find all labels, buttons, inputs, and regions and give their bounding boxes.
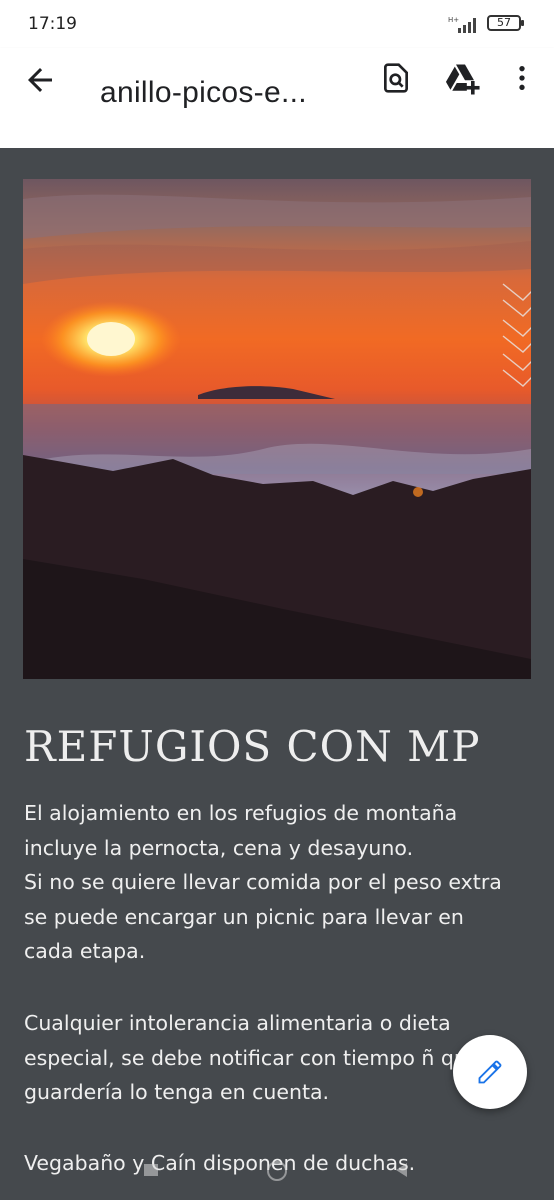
document-title: anillo-picos-e... xyxy=(100,76,307,109)
edit-button[interactable] xyxy=(453,1035,527,1109)
section-heading: REFUGIOS CON MP xyxy=(24,722,481,771)
battery-level: 57 xyxy=(497,16,511,29)
add-to-drive-icon[interactable] xyxy=(444,60,480,96)
home-icon[interactable] xyxy=(266,1160,288,1182)
document-toolbar: anillo-picos-e... xyxy=(0,48,554,148)
status-bar: 17:19 H+ 57 xyxy=(0,0,554,48)
back-arrow-icon[interactable] xyxy=(22,62,58,98)
more-vert-icon[interactable] xyxy=(506,62,538,94)
system-navigation-bar xyxy=(0,1150,554,1200)
sunset-mountain-photo xyxy=(23,179,531,679)
battery-icon: 57 xyxy=(487,15,524,31)
signal-icon: H+ xyxy=(448,16,476,33)
recent-apps-icon[interactable] xyxy=(142,1160,162,1180)
paragraph-dietary: Cualquier intolerancia alimentaria o die… xyxy=(24,1011,505,1104)
status-time: 17:19 xyxy=(28,14,77,34)
paragraph-accommodation: El alojamiento en los refugios de montañ… xyxy=(24,801,502,963)
edit-pencil-icon xyxy=(478,1060,502,1084)
network-type: H+ xyxy=(448,16,459,24)
back-nav-icon[interactable] xyxy=(392,1160,410,1180)
find-in-document-icon[interactable] xyxy=(380,62,412,94)
